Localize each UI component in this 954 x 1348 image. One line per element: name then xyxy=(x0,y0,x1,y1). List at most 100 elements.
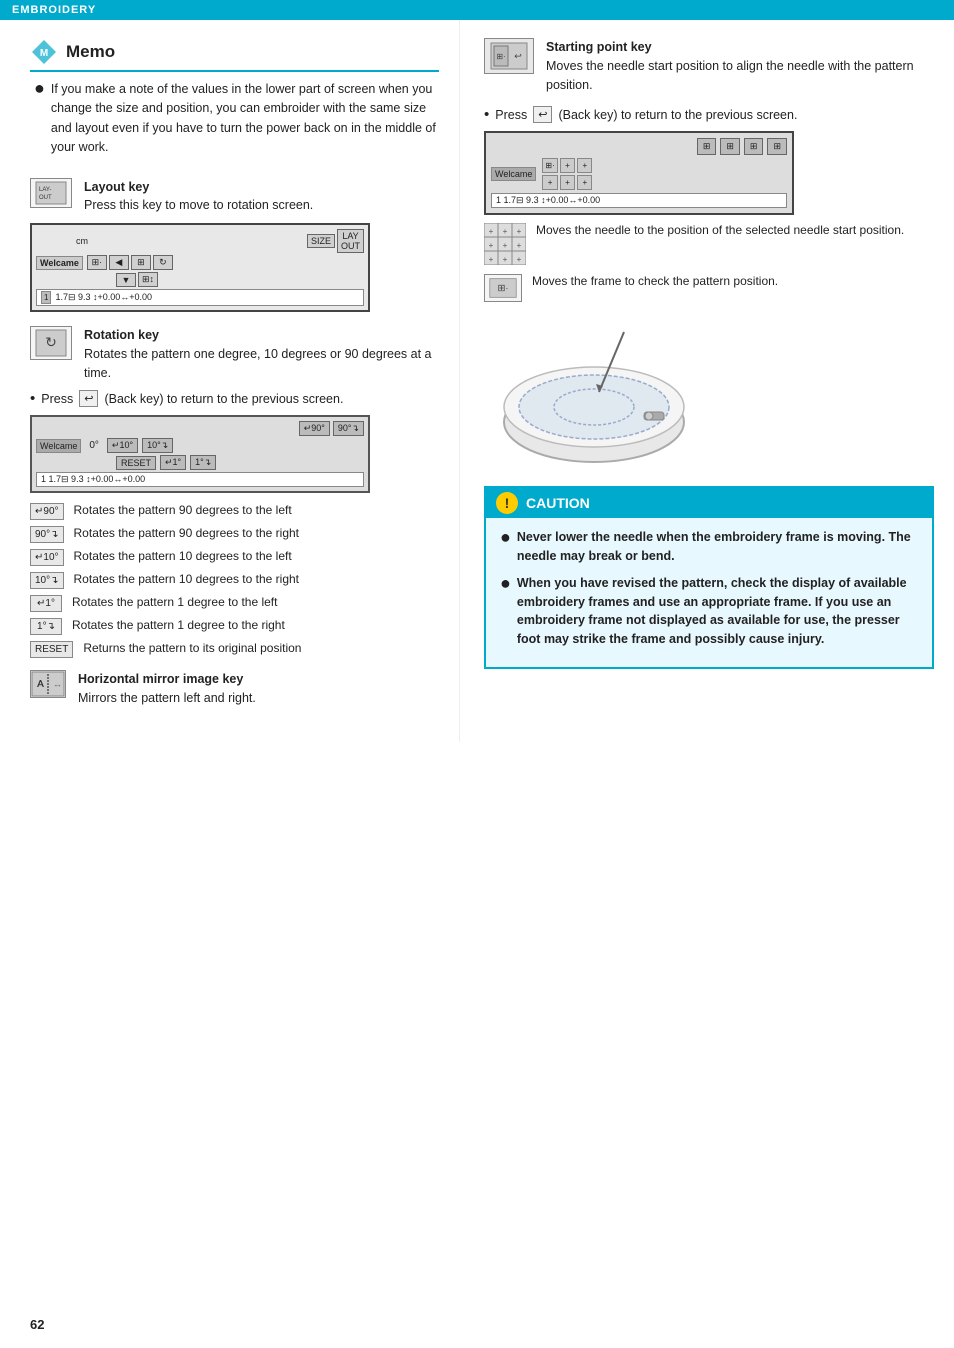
back-key-icon-right: ↩ xyxy=(533,106,552,123)
rot-btn-desc-2: Rotates the pattern 10 degrees to the le… xyxy=(74,549,292,563)
sr-btn-1: ⊞ xyxy=(697,138,717,155)
rot-btn-row-5: 1°↴ Rotates the pattern 1 degree to the … xyxy=(30,618,439,635)
sr-cell-3: + xyxy=(577,158,592,173)
layout-key-icon: LAY- OUT xyxy=(30,178,72,208)
layout-key-text: Press this key to move to rotation scree… xyxy=(84,196,313,215)
rotation-key-section: ↻ Rotation key Rotates the pattern one d… xyxy=(30,326,439,708)
svg-text:↩: ↩ xyxy=(514,51,522,61)
right-column: ⊞· ↩ Starting point key Moves the needle… xyxy=(460,20,954,742)
caution-text-1: Never lower the needle when the embroide… xyxy=(517,528,918,566)
rot-btn-row-4: ↵1° Rotates the pattern 1 degree to the … xyxy=(30,595,439,612)
rs-btn-10r: 10°↴ xyxy=(142,438,173,453)
memo-body-text: If you make a note of the values in the … xyxy=(51,80,439,158)
left-column: M Memo ● If you make a note of the value… xyxy=(0,20,460,742)
right-screen-mockup: ⊞ ⊞ ⊞ ⊞ Welcame ⊞· + + + + + 1 1.7⊟ 9.3 … xyxy=(484,131,794,215)
memo-icon: M xyxy=(30,38,58,66)
starting-point-key-section: ⊞· ↩ Starting point key Moves the needle… xyxy=(484,38,934,94)
rs-btn-1l: ↵1° xyxy=(160,455,186,470)
rot-btn-row-3: 10°↴ Rotates the pattern 10 degrees to t… xyxy=(30,572,439,589)
caution-item-2: ● When you have revised the pattern, che… xyxy=(500,574,918,649)
rs-welcame-label: Welcame xyxy=(36,439,81,453)
rot-btn-icon-1: 90°↴ xyxy=(30,526,64,543)
screen-center-buttons: ⊞· ◀ ⊞ ↻ xyxy=(87,255,173,270)
frame-move-icon: ⊞· xyxy=(484,274,522,302)
screen-status-text: 1.7⊟ 9.3 ↕+0.00↔+0.00 xyxy=(55,292,152,303)
screen-needle-btn: ⊞· xyxy=(87,255,107,270)
starting-point-key-text: Moves the needle start position to align… xyxy=(546,57,934,95)
memo-title-row: M Memo xyxy=(30,38,439,72)
needle-move-section: + + + + + + + + + Moves the needle to th… xyxy=(484,223,934,302)
layout-key-section: LAY- OUT Layout key Press this key to mo… xyxy=(30,178,439,313)
screen-left-btn: ◀ xyxy=(109,255,129,270)
screen-rotate-btn: ↻ xyxy=(153,255,173,270)
rs-status-text: 1 1.7⊟ 9.3 ↕+0.00↔+0.00 xyxy=(41,474,145,484)
rot-btn-desc-3: Rotates the pattern 10 degrees to the ri… xyxy=(74,572,299,586)
rs-status-bar: 1 1.7⊟ 9.3 ↕+0.00↔+0.00 xyxy=(36,472,364,487)
sr-cell-5: + xyxy=(560,175,575,190)
screen-cm-label: cm xyxy=(76,236,88,246)
screen-bottom-buttons: ▼ ⊞↕ xyxy=(116,272,158,287)
frame-illustration xyxy=(484,312,704,472)
mirror-key-desc: Horizontal mirror image key Mirrors the … xyxy=(78,670,256,708)
press-bullet-right: • xyxy=(484,106,489,123)
screen-bottom-row: ▼ ⊞↕ xyxy=(36,272,364,287)
needle-move-text: Moves the needle to the position of the … xyxy=(536,223,904,237)
svg-text:⊞·: ⊞· xyxy=(498,283,509,293)
rot-btn-desc-6: Returns the pattern to its original posi… xyxy=(83,641,301,655)
svg-text:M: M xyxy=(40,48,48,59)
rs-btn-10l: ↵10° xyxy=(107,438,138,453)
press-text-right-2: (Back key) to return to the previous scr… xyxy=(558,108,797,122)
caution-header-text: CAUTION xyxy=(526,495,590,511)
rot-btn-icon-6: RESET xyxy=(30,641,73,658)
caution-dot-1: ● xyxy=(500,528,511,566)
sr-cell-2: + xyxy=(560,158,575,173)
sr-btn-4: ⊞ xyxy=(767,138,787,155)
rot-btn-icon-2: ↵10° xyxy=(30,549,64,566)
sr-cell-6: + xyxy=(577,175,592,190)
svg-text:+: + xyxy=(503,227,508,236)
needle-grid-icon: + + + + + + + + + xyxy=(484,223,526,268)
press-text-1: Press xyxy=(41,392,73,406)
mirror-key-text: Mirrors the pattern left and right. xyxy=(78,689,256,708)
svg-text:A: A xyxy=(37,679,44,690)
rot-btn-desc-5: Rotates the pattern 1 degree to the righ… xyxy=(72,618,285,632)
rotation-buttons-list: ↵90° Rotates the pattern 90 degrees to t… xyxy=(30,503,439,658)
mirror-key-icon: A A ↔ xyxy=(30,670,66,698)
caution-dot-2: ● xyxy=(500,574,511,649)
caution-header: ! CAUTION xyxy=(486,488,932,518)
back-key-icon-1: ↩ xyxy=(79,390,98,407)
mirror-key-row: A A ↔ Horizontal mirror image key Mirror… xyxy=(30,670,439,708)
screen-emblem-btn: ⊞ xyxy=(131,255,151,270)
sr-btn-2: ⊞ xyxy=(720,138,740,155)
bullet-dot: ● xyxy=(34,79,45,158)
screen-status-bar: 1 1.7⊟ 9.3 ↕+0.00↔+0.00 xyxy=(36,289,364,306)
frame-move-text: Moves the frame to check the pattern pos… xyxy=(532,274,778,288)
press-text-right-1: Press xyxy=(495,108,527,122)
rotation-key-text: Rotates the pattern one degree, 10 degre… xyxy=(84,345,439,383)
screen-mirror-btn: ⊞↕ xyxy=(138,272,158,287)
svg-text:↻: ↻ xyxy=(45,334,57,350)
rotation-key-name: Rotation key xyxy=(84,326,439,345)
svg-text:+: + xyxy=(489,227,494,236)
rs-btn-1r: 1°↴ xyxy=(190,455,216,470)
header-label: EMBROIDERY xyxy=(12,4,96,16)
rot-btn-desc-1: Rotates the pattern 90 degrees to the ri… xyxy=(74,526,299,540)
press-bullet-1: • xyxy=(30,390,35,407)
caution-box: ! CAUTION ● Never lower the needle when … xyxy=(484,486,934,669)
mirror-key-name: Horizontal mirror image key xyxy=(78,670,256,689)
rot-btn-row-0: ↵90° Rotates the pattern 90 degrees to t… xyxy=(30,503,439,520)
screen-top-buttons: SIZE LAYOUT xyxy=(307,229,364,253)
svg-text:+: + xyxy=(503,255,508,264)
caution-icon: ! xyxy=(496,492,518,514)
rot-btn-icon-4: ↵1° xyxy=(30,595,62,612)
sr-cell-4: + xyxy=(542,175,557,190)
memo-body: ● If you make a note of the values in th… xyxy=(30,80,439,158)
layout-key-row: LAY- OUT Layout key Press this key to mo… xyxy=(30,178,439,216)
rot-btn-row-6: RESET Returns the pattern to its origina… xyxy=(30,641,439,658)
starting-point-key-name: Starting point key xyxy=(546,38,934,57)
rot-btn-icon-5: 1°↴ xyxy=(30,618,62,635)
rs-reset-btn: RESET xyxy=(116,456,156,470)
page-content: M Memo ● If you make a note of the value… xyxy=(0,20,954,742)
sr-grid: ⊞· + + + + + xyxy=(542,158,592,190)
press-back-line-right: • Press ↩ (Back key) to return to the pr… xyxy=(484,106,934,123)
